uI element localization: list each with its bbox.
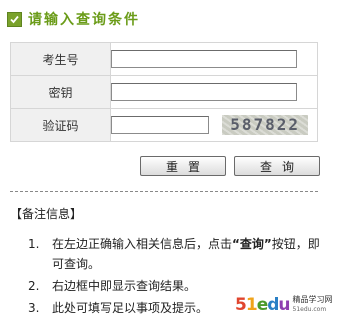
watermark-logo: 51edu 精品学习网 51edu.com	[235, 295, 333, 315]
captcha-input[interactable]	[111, 116, 209, 135]
notes-title: 【备注信息】	[10, 207, 83, 221]
candidate-number-input[interactable]	[111, 50, 297, 68]
list-item: 1. 在左边正确输入相关信息后，点击“查询”按钮，即可查询。	[28, 237, 320, 271]
captcha-image[interactable]: 587822	[222, 115, 309, 136]
page-title: 请输入查询条件	[28, 12, 140, 28]
form-row-key: 密钥	[10, 75, 318, 109]
section-header: 请输入查询条件	[7, 8, 140, 30]
form-row-candidate-number: 考生号	[10, 42, 318, 76]
query-form: 考生号 密钥 验证码 587822	[10, 42, 318, 142]
field-label: 验证码	[10, 108, 111, 142]
key-input[interactable]	[111, 83, 297, 101]
divider	[10, 191, 318, 192]
check-icon	[7, 11, 22, 27]
field-label: 密钥	[10, 75, 111, 109]
form-row-captcha: 验证码 587822	[10, 108, 318, 142]
reset-button[interactable]: 重置	[140, 156, 226, 176]
query-button[interactable]: 查询	[234, 156, 320, 176]
field-label: 考生号	[10, 42, 111, 76]
highlight-text: “查询”	[232, 237, 272, 251]
